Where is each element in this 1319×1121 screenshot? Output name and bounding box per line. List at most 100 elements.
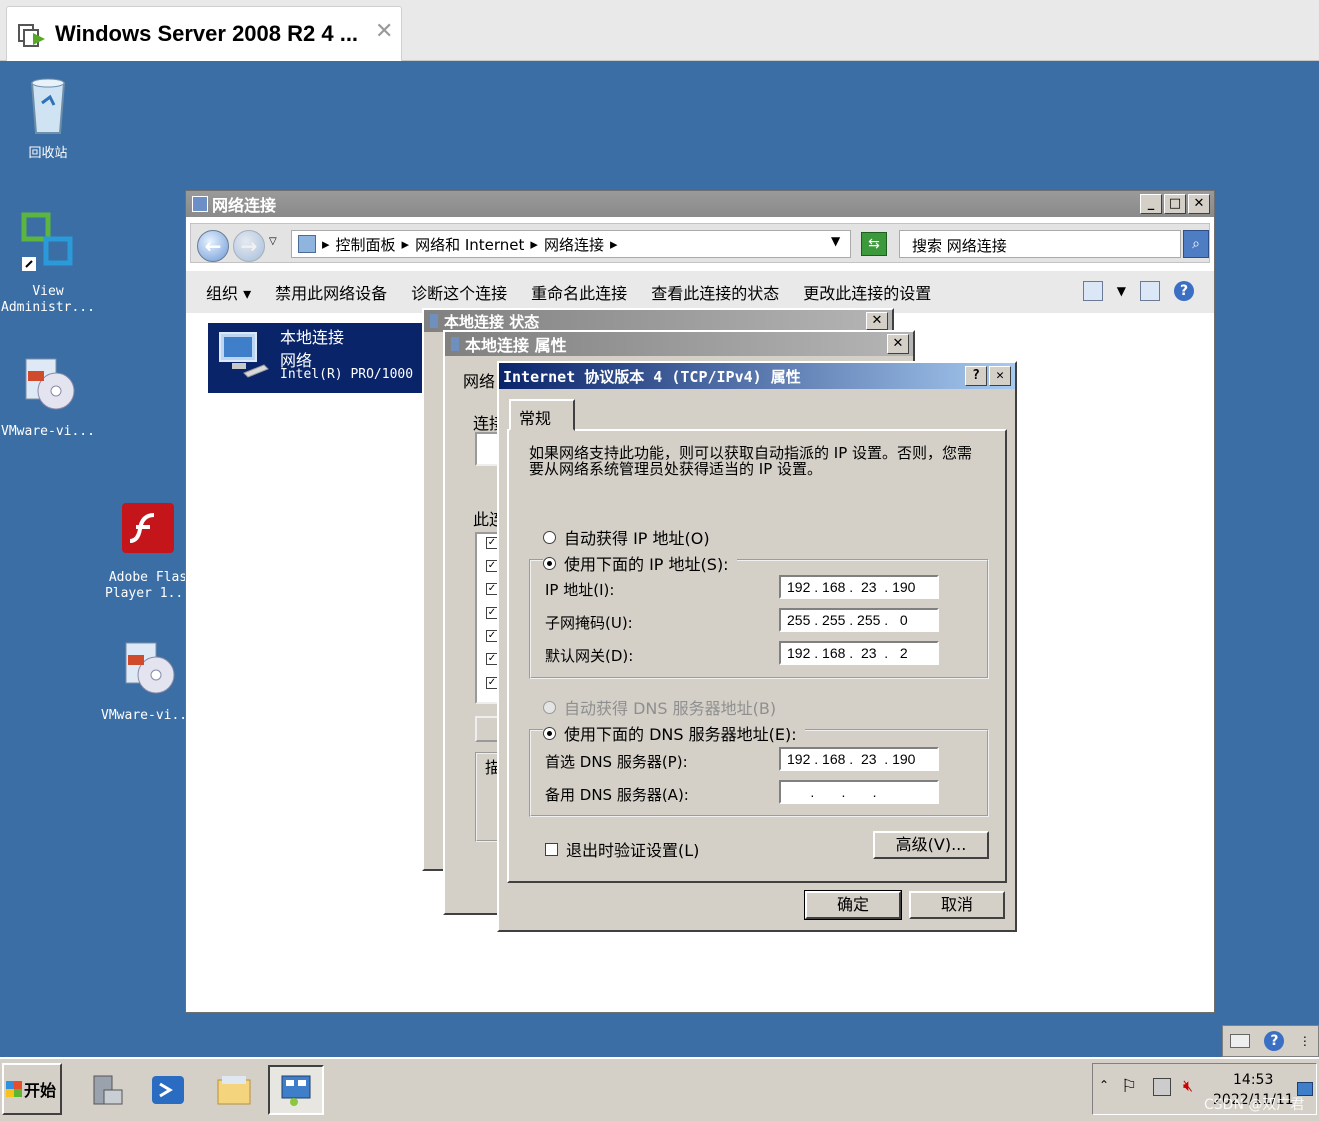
intro-text: 如果网络支持此功能，则可以获取自动指派的 IP 设置。否则，您需要从网络系统管理…	[529, 444, 973, 478]
taskbar-app-powershell[interactable]	[140, 1065, 196, 1115]
view-options-icon[interactable]	[1082, 281, 1103, 301]
window-title: 网络连接	[212, 196, 277, 215]
refresh-button[interactable]: ⇆	[861, 232, 887, 256]
general-tab-panel: 如果网络支持此功能，则可以获取自动指派的 IP 设置。否则，您需要从网络系统管理…	[507, 429, 1007, 883]
help-icon[interactable]: ?	[1264, 1031, 1285, 1051]
desktop-icon-label: View Administr...	[1, 284, 95, 315]
dialog-title: 本地连接 属性	[465, 336, 567, 355]
preferred-dns-field[interactable]: 192 . 168 . 23 . 190	[779, 747, 939, 771]
close-button[interactable]: ✕	[1188, 194, 1210, 214]
windows-logo-icon	[6, 1081, 22, 1097]
tab-general[interactable]: 常规	[509, 399, 575, 431]
close-button[interactable]: ✕	[887, 334, 909, 354]
taskbar: 开始 ⌃ ⚐ 🔇︎ 14:53 2022/11/11	[0, 1057, 1319, 1121]
help-button[interactable]: ?	[965, 366, 987, 386]
advanced-button[interactable]: 高级(V)...	[873, 831, 989, 859]
desktop-icon-vmware-installer-2[interactable]: VMware-vi...	[100, 635, 196, 724]
minimize-button[interactable]: _	[1140, 194, 1162, 214]
desktop-icon-view-admin[interactable]: View Administr...	[0, 211, 96, 316]
help-icon[interactable]: ?	[1174, 281, 1194, 301]
vm-tab[interactable]: Windows Server 2008 R2 4 ... ✕	[6, 6, 402, 61]
diagnose-button[interactable]: 诊断这个连接	[411, 280, 507, 304]
dialog-title: 本地连接 状态	[444, 312, 540, 331]
ip-address-label: IP 地址(I):	[545, 581, 615, 599]
chevron-down-icon[interactable]: ▽	[269, 236, 277, 247]
auto-dns-radio[interactable]: 自动获得 DNS 服务器地址(B)	[543, 695, 776, 719]
alternate-dns-label: 备用 DNS 服务器(A):	[545, 786, 689, 804]
search-input[interactable]: 搜索 网络连接	[899, 230, 1181, 258]
close-button[interactable]: ✕	[989, 366, 1011, 386]
watermark: CSDN @双广君	[1204, 1097, 1305, 1113]
dialog-titlebar[interactable]: 本地连接 状态 ✕	[424, 310, 892, 332]
radio-icon	[543, 700, 556, 714]
vm-tab-title: Windows Server 2008 R2 4 ...	[55, 21, 359, 46]
chevron-down-icon[interactable]: ▼	[831, 234, 840, 248]
back-button[interactable]: ←	[197, 230, 229, 262]
view-status-button[interactable]: 查看此连接的状态	[651, 280, 779, 304]
taskbar-app-network-connections[interactable]	[268, 1065, 324, 1115]
subnet-mask-field[interactable]: 255 . 255 . 255 . 0	[779, 608, 939, 632]
local-connection-item[interactable]: 本地连接 网络 Intel(R) PRO/1000 I	[208, 323, 446, 393]
show-hidden-icons-icon[interactable]: ⌃	[1099, 1078, 1109, 1092]
window-titlebar[interactable]: 网络连接 _ □ ✕	[186, 191, 1214, 217]
preferred-dns-label: 首选 DNS 服务器(P):	[545, 753, 688, 771]
auto-ip-radio[interactable]: 自动获得 IP 地址(O)	[543, 525, 710, 549]
cancel-button[interactable]: 取消	[909, 891, 1005, 919]
command-bar: 组织 ▾ 禁用此网络设备 诊断这个连接 重命名此连接 查看此连接的状态 更改此连…	[186, 271, 1214, 313]
gateway-field[interactable]: 192 . 168 . 23 . 2	[779, 641, 939, 665]
ip-address-field[interactable]: 192 . 168 . 23 . 190	[779, 575, 939, 599]
dialog-titlebar[interactable]: Internet 协议版本 4 (TCP/IPv4) 属性 ? ✕	[499, 363, 1015, 389]
search-icon[interactable]: ⌕	[1183, 230, 1209, 258]
radio-icon	[543, 530, 556, 544]
keyboard-icon[interactable]	[1230, 1034, 1251, 1048]
close-icon[interactable]: ✕	[375, 19, 393, 44]
ok-button[interactable]: 确定	[804, 890, 902, 920]
clock-time[interactable]: 14:53	[1233, 1072, 1273, 1088]
server-manager-icon	[93, 1075, 123, 1105]
desktop-icon-label: Adobe Flas Player 1...	[104, 570, 192, 601]
breadcrumb-item[interactable]: 网络和 Internet	[415, 234, 524, 255]
start-button[interactable]: 开始	[2, 1063, 62, 1115]
checkbox-icon	[545, 842, 558, 856]
flag-icon[interactable]: ⚐	[1121, 1076, 1137, 1097]
taskbar-app-server-manager[interactable]	[78, 1065, 134, 1115]
desktop-icon-label: VMware-vi...	[101, 708, 195, 723]
rename-button[interactable]: 重命名此连接	[531, 280, 627, 304]
desktop-icon-recycle-bin[interactable]: 回收站	[0, 73, 96, 162]
chevron-down-icon[interactable]: ▼	[1117, 284, 1126, 298]
tab-networking[interactable]: 网络	[463, 368, 495, 392]
volume-muted-icon[interactable]: 🔇︎	[1183, 1076, 1193, 1096]
taskbar-app-explorer[interactable]	[206, 1065, 262, 1115]
vm-tab-bar: Windows Server 2008 R2 4 ... ✕	[0, 0, 1319, 61]
manual-ip-radio[interactable]: 使用下面的 IP 地址(S):	[543, 551, 737, 575]
powershell-icon	[152, 1076, 184, 1104]
manual-dns-radio[interactable]: 使用下面的 DNS 服务器地址(E):	[543, 721, 805, 745]
dialog-titlebar[interactable]: 本地连接 属性 ✕	[445, 332, 913, 356]
radio-selected-icon	[543, 556, 556, 570]
breadcrumb[interactable]: ▸ 控制面板 ▸ 网络和 Internet ▸ 网络连接 ▸	[291, 230, 851, 258]
forward-button[interactable]: →	[233, 230, 265, 262]
change-settings-button[interactable]: 更改此连接的设置	[803, 280, 931, 304]
dialog-title: Internet 协议版本 4 (TCP/IPv4) 属性	[503, 367, 801, 386]
alternate-dns-field[interactable]: . . .	[779, 780, 939, 804]
organize-menu[interactable]: 组织 ▾	[206, 280, 251, 304]
network-folder-icon	[192, 196, 208, 212]
maximize-button[interactable]: □	[1164, 194, 1186, 214]
validate-on-exit-checkbox[interactable]: 退出时验证设置(L)	[545, 837, 699, 861]
desktop-icon-vmware-installer-1[interactable]: VMware-vi...	[0, 351, 96, 440]
preview-pane-icon[interactable]	[1140, 281, 1160, 301]
vmware-view-icon	[21, 212, 73, 271]
network-tray-icon[interactable]	[1153, 1078, 1171, 1096]
close-button[interactable]: ✕	[866, 312, 888, 330]
desktop-icon-label: VMware-vi...	[1, 424, 95, 439]
desktop-icon-flash-player[interactable]: Adobe Flas Player 1...	[100, 497, 196, 602]
disable-device-button[interactable]: 禁用此网络设备	[275, 280, 387, 304]
network-adapter-icon	[219, 332, 269, 378]
network-plug-icon	[451, 337, 459, 351]
breadcrumb-item[interactable]: 控制面板	[336, 234, 396, 255]
vm-icon	[18, 24, 45, 47]
breadcrumb-item[interactable]: 网络连接	[544, 234, 604, 255]
connection-device: Intel(R) PRO/1000 I	[280, 367, 429, 382]
flash-player-icon	[122, 503, 174, 553]
chevron-down-icon[interactable]: ⋮	[1299, 1034, 1311, 1048]
